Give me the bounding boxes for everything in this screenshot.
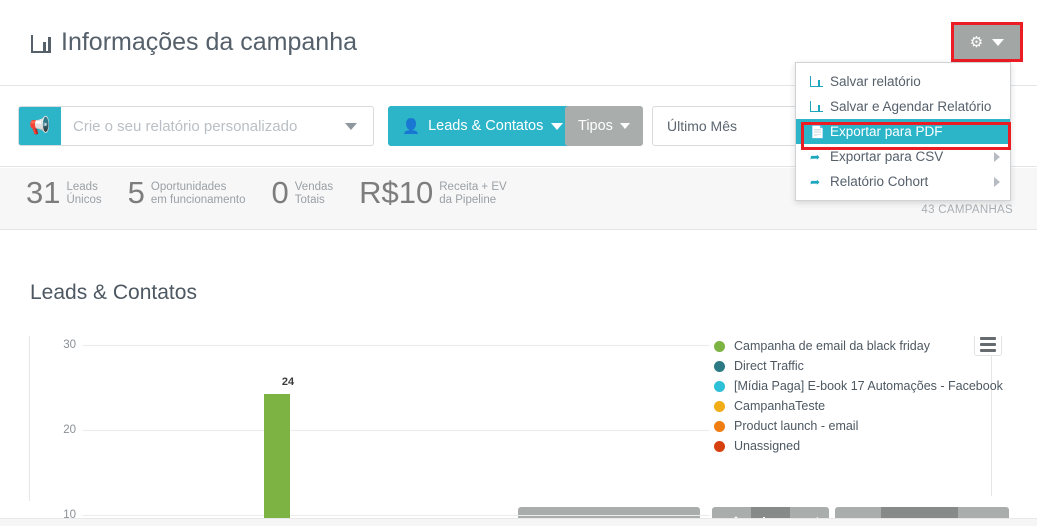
bar-chart-icon [810,76,830,87]
y-axis-line [29,336,30,501]
chevron-down-icon [992,38,1005,46]
user-icon: 👤 [402,118,421,135]
bar-value-label: 24 [281,376,295,388]
legend-label: Direct Traffic [734,359,804,373]
menu-item-label: Relatório Cohort [830,174,929,189]
chart-card: Leads & Contatos Agrupar por campanha [0,231,1037,526]
y-tick-label: 10 [63,509,76,518]
chart-context-menu-button[interactable] [974,336,1002,356]
legend-color-dot [714,400,725,412]
gear-dropdown-menu: Salvar relatório Salvar e Agendar Relató… [795,62,1011,201]
report-input-placeholder: Crie o seu relatório personalizado [73,117,298,135]
legend-item-5[interactable]: Unassigned [714,436,1014,456]
stat-value: 5 [127,175,145,210]
menu-item-exportar-para-pdf[interactable]: 📄 Exportar para PDF [796,119,1010,144]
types-filter-button[interactable]: Tipos [565,106,643,146]
file-icon: 📄 [810,124,825,139]
stat-label: Oportunidades em funcionamento [150,181,246,206]
menu-item-salvar-e-agendar-relatorio[interactable]: Salvar e Agendar Relatório [796,94,1010,119]
y-tick-label: 20 [63,424,76,436]
campaign-report-page: Informações da campanha ⚙ Salvar relatór… [0,0,1037,526]
legend-label: CampanhaTeste [734,399,826,413]
chevron-down-icon [551,122,564,130]
types-button-label: Tipos [578,118,613,134]
gear-button-highlight: ⚙ [951,22,1023,62]
date-range-value: Último Mês [667,118,738,134]
leads-button-label: Leads & Contatos [428,118,544,134]
y-tick-label: 30 [63,339,76,351]
stat-label: Receita + EV da Pipeline [439,181,507,206]
bar-campanha-black-friday[interactable] [264,394,290,518]
stat-leads-unicos: 31 Leads Únicos [26,176,102,210]
gridline-20 [82,430,710,431]
legend-color-dot [714,440,725,452]
menu-item-label: Exportar para CSV [830,149,944,164]
legend-label: Unassigned [734,439,801,453]
legend-color-dot [714,380,725,392]
report-builder-input[interactable]: 📢 Crie o seu relatório personalizado [18,106,374,146]
legend-label: Campanha de email da black friday [734,339,930,353]
stat-value: 0 [271,175,289,210]
menu-item-relatorio-cohort[interactable]: ➦ Relatório Cohort [796,169,1010,194]
menu-item-label: Exportar para PDF [830,124,943,139]
legend-label: Product launch - email [734,419,859,433]
legend-item-2[interactable]: [Mídia Paga] E-book 17 Automações - Face… [714,376,1014,396]
menu-item-exportar-para-csv[interactable]: ➦ Exportar para CSV [796,144,1010,169]
bar-chart-icon [30,33,52,53]
gridline-10 [82,515,710,516]
legend-item-3[interactable]: CampanhaTeste [714,396,1014,416]
hamburger-menu-icon [980,336,996,340]
share-export-icon: ➦ [810,149,821,164]
stat-oportunidades: 5 Oportunidades em funcionamento [128,176,246,210]
campaign-count-label: 43 CAMPANHAS [921,204,1013,216]
menu-item-label: Salvar relatório [830,74,921,89]
stat-receita-pipeline: R$10 Receita + EV da Pipeline [359,176,507,210]
legend-item-4[interactable]: Product launch - email [714,416,1014,436]
megaphone-icon: 📢 [19,107,61,145]
settings-gear-button[interactable]: ⚙ [954,25,1020,59]
menu-item-salvar-relatorio[interactable]: Salvar relatório [796,69,1010,94]
legend-item-0[interactable]: Campanha de email da black friday [714,336,1014,356]
gridline-30 [82,345,710,346]
page-title-text: Informações da campanha [61,28,358,56]
chart-legend: Campanha de email da black friday Direct… [714,336,1014,456]
hamburger-menu-icon [980,348,996,352]
stat-value: R$10 [359,175,434,210]
stat-label: Vendas Totais [294,181,334,206]
legend-color-dot [714,420,725,432]
leads-contacts-filter-button[interactable]: 👤 Leads & Contatos [388,106,578,146]
legend-item-1[interactable]: Direct Traffic [714,356,1014,376]
hamburger-menu-icon [980,342,996,346]
share-export-icon: ➦ [810,174,821,189]
chevron-down-icon [619,123,630,129]
menu-item-label: Salvar e Agendar Relatório [830,99,992,114]
page-bottom-strip [0,518,1037,526]
page-title: Informações da campanha [30,28,357,57]
legend-color-dot [714,360,725,372]
chevron-down-icon [345,122,357,130]
gear-icon: ⚙ [969,33,984,51]
legend-color-dot [714,340,725,352]
bar-chart-icon [810,101,830,112]
stat-value: 31 [26,175,61,210]
stat-label: Leads Únicos [66,181,102,206]
chart-plot-area: 30 20 10 24 Campanha de email da black f… [24,336,1014,518]
chart-title: Leads & Contatos [30,281,197,304]
legend-label: [Mídia Paga] E-book 17 Automações - Face… [734,379,1003,393]
chevron-right-icon [994,176,1000,187]
chevron-right-icon [994,151,1000,162]
stats-row: 31 Leads Únicos 5 Oportunidades em funci… [26,176,507,210]
stat-vendas-totais: 0 Vendas Totais [272,176,334,210]
